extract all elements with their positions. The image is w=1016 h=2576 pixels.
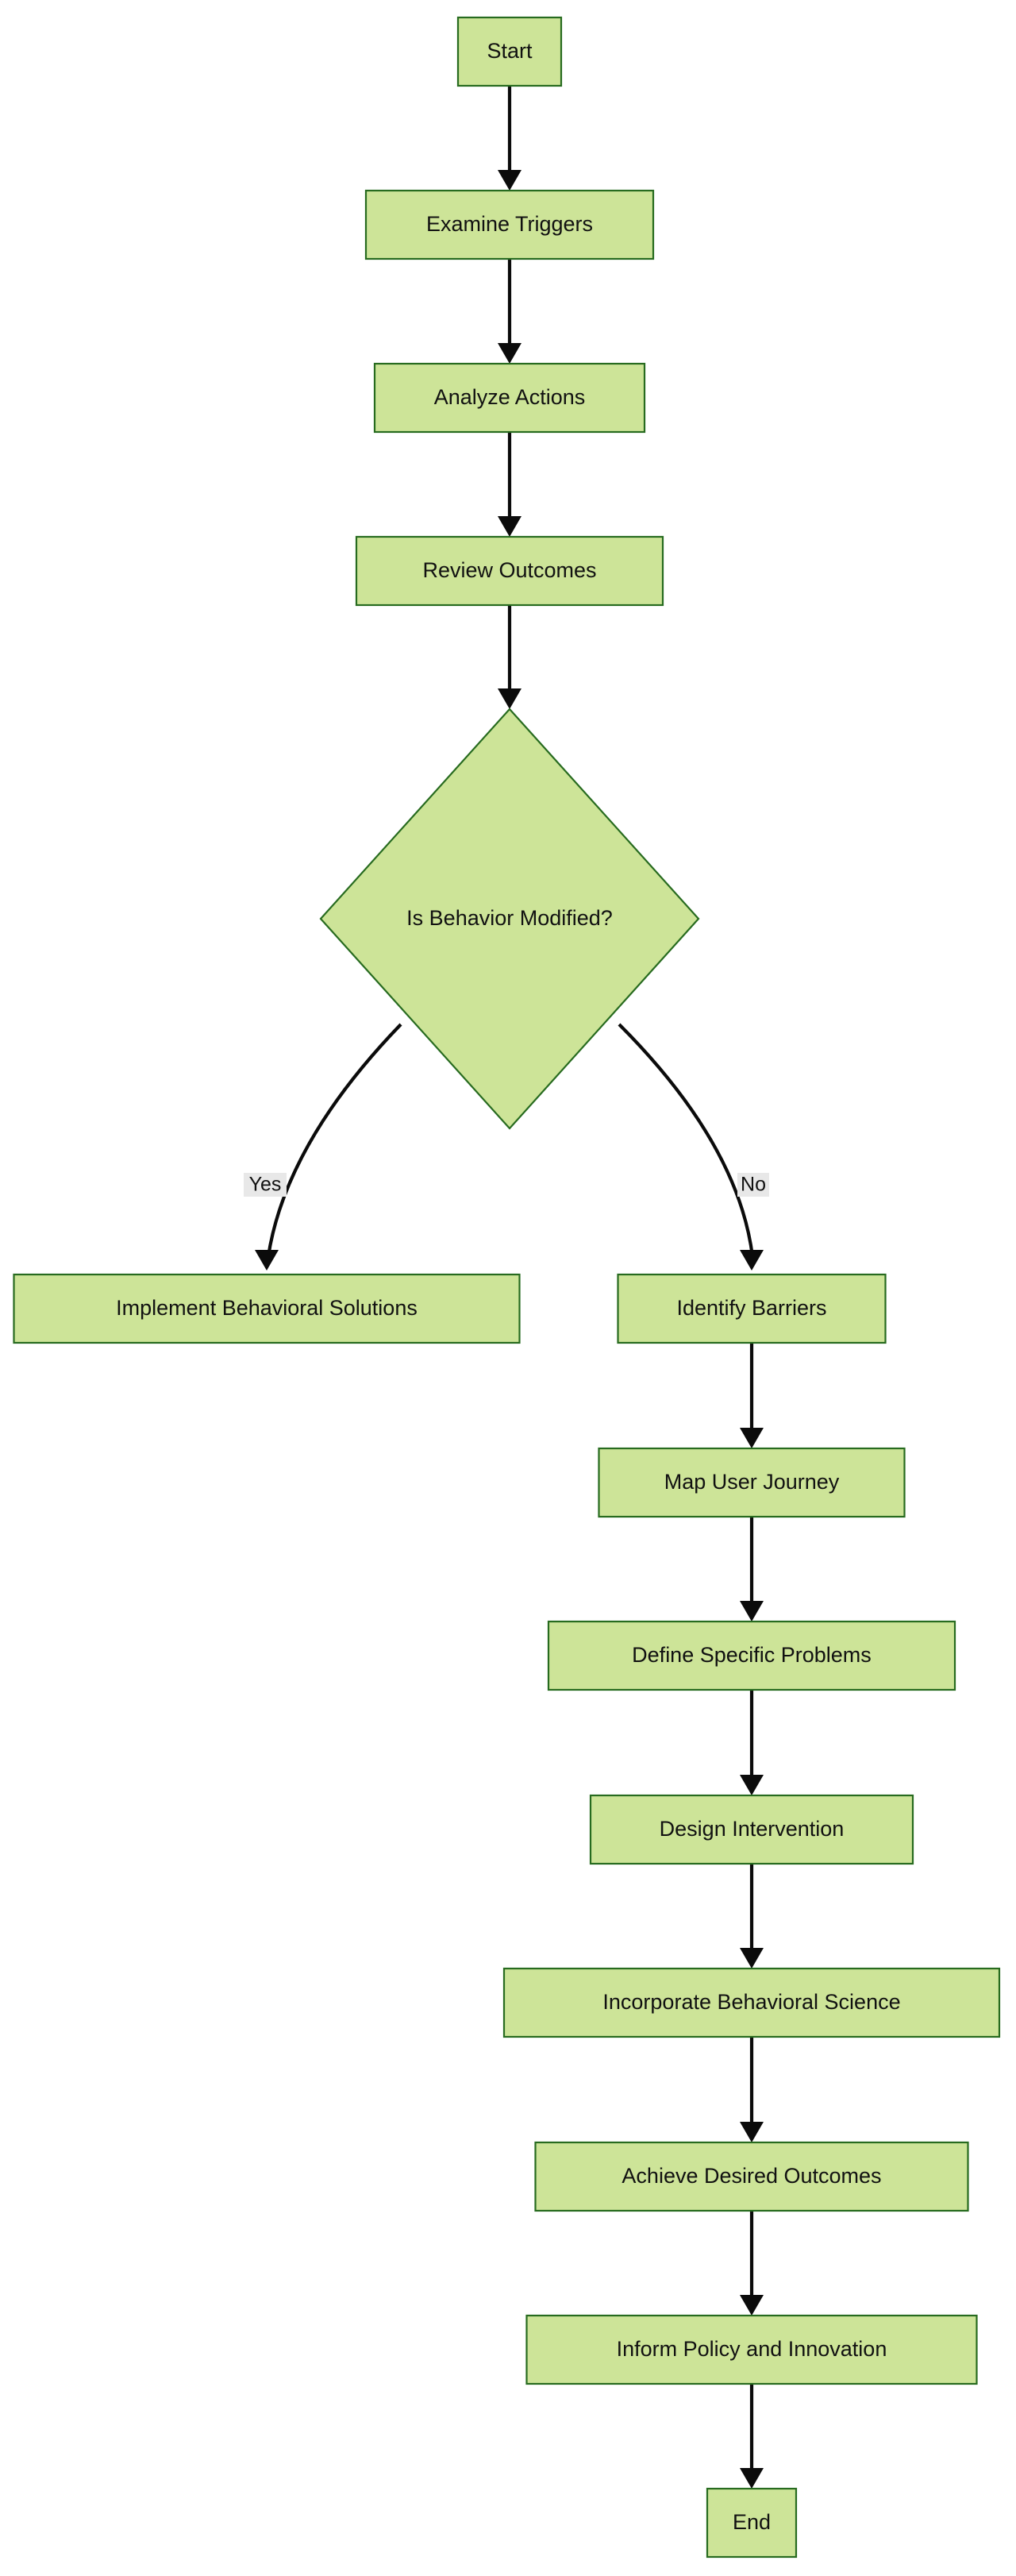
node-actions[interactable]: Analyze Actions (373, 362, 646, 434)
node-label: Analyze Actions (434, 385, 586, 409)
edge-label-yes: Yes (244, 1173, 287, 1197)
node-start[interactable]: Start (456, 16, 563, 87)
node-problems[interactable]: Define Specific Problems (547, 1620, 956, 1691)
node-label: Start (487, 39, 533, 63)
edge-science-to-desired (740, 2037, 764, 2142)
node-journey[interactable]: Map User Journey (598, 1447, 906, 1518)
edge-arrowhead (498, 170, 521, 191)
edge-outcomes-to-decision (498, 605, 521, 709)
edge-arrowhead (740, 2295, 764, 2316)
edge-arrowhead (740, 2122, 764, 2142)
edge-decision-to-implement (255, 1023, 402, 1271)
nodes-layer: Start Examine Triggers Analyze Actions Revi… (13, 16, 1001, 2559)
node-science[interactable]: Incorporate Behavioral Science (502, 1967, 1001, 2038)
node-outcomes[interactable]: Review Outcomes (355, 535, 664, 607)
edge-line (618, 1023, 755, 1257)
node-desired[interactable]: Achieve Desired Outcomes (534, 2141, 969, 2212)
edge-start-to-triggers (498, 86, 521, 191)
edge-problems-to-intervention (740, 1690, 764, 1795)
edge-arrowhead (498, 343, 521, 364)
edge-arrowhead (740, 1250, 764, 1271)
node-label: Map User Journey (664, 1470, 840, 1494)
node-label: Is Behavior Modified? (406, 906, 613, 930)
node-label: Identify Barriers (676, 1296, 826, 1320)
edge-line (266, 1023, 402, 1257)
flowchart-svg: Start Examine Triggers Analyze Actions Revi… (13, 16, 1001, 2559)
node-label: Review Outcomes (422, 558, 596, 582)
node-decision[interactable]: Is Behavior Modified? (319, 708, 700, 1130)
node-policy[interactable]: Inform Policy and Innovation (525, 2314, 978, 2385)
node-label: Implement Behavioral Solutions (116, 1296, 418, 1320)
edge-journey-to-problems (740, 1517, 764, 1622)
edge-desired-to-policy (740, 2211, 764, 2316)
edge-label-text: Yes (249, 1174, 282, 1196)
node-label: Incorporate Behavioral Science (602, 1990, 900, 2014)
edge-label-text: No (741, 1174, 766, 1196)
node-label: Design Intervention (660, 1817, 845, 1841)
edge-triggers-to-actions (498, 259, 521, 364)
edge-barriers-to-journey (740, 1343, 764, 1448)
edge-arrowhead (255, 1250, 279, 1271)
node-end[interactable]: End (706, 2487, 798, 2559)
edge-policy-to-end (740, 2384, 764, 2489)
edge-arrowhead (740, 2468, 764, 2489)
edge-arrowhead (498, 516, 521, 537)
node-triggers[interactable]: Examine Triggers (364, 189, 655, 260)
edge-labels-layer: Yes No (244, 1173, 769, 1197)
edge-actions-to-outcomes (498, 432, 521, 537)
edge-decision-to-barriers (618, 1023, 764, 1271)
node-label: Achieve Desired Outcomes (622, 2164, 881, 2188)
edge-arrowhead (740, 1428, 764, 1448)
edge-arrowhead (740, 1601, 764, 1622)
node-label: Examine Triggers (426, 212, 593, 236)
node-label: Inform Policy and Innovation (617, 2337, 887, 2361)
edge-arrowhead (740, 1948, 764, 1969)
edge-arrowhead (498, 688, 521, 709)
edge-label-no: No (737, 1173, 769, 1197)
node-intervention[interactable]: Design Intervention (589, 1794, 914, 1865)
flowchart-canvas: Start Examine Triggers Analyze Actions Revi… (0, 0, 1016, 2576)
edge-arrowhead (740, 1775, 764, 1795)
node-label: Define Specific Problems (632, 1643, 872, 1667)
node-implement[interactable]: Implement Behavioral Solutions (13, 1273, 521, 1344)
node-barriers[interactable]: Identify Barriers (617, 1273, 887, 1344)
edge-intervention-to-science (740, 1864, 764, 1969)
node-label: End (733, 2510, 771, 2534)
